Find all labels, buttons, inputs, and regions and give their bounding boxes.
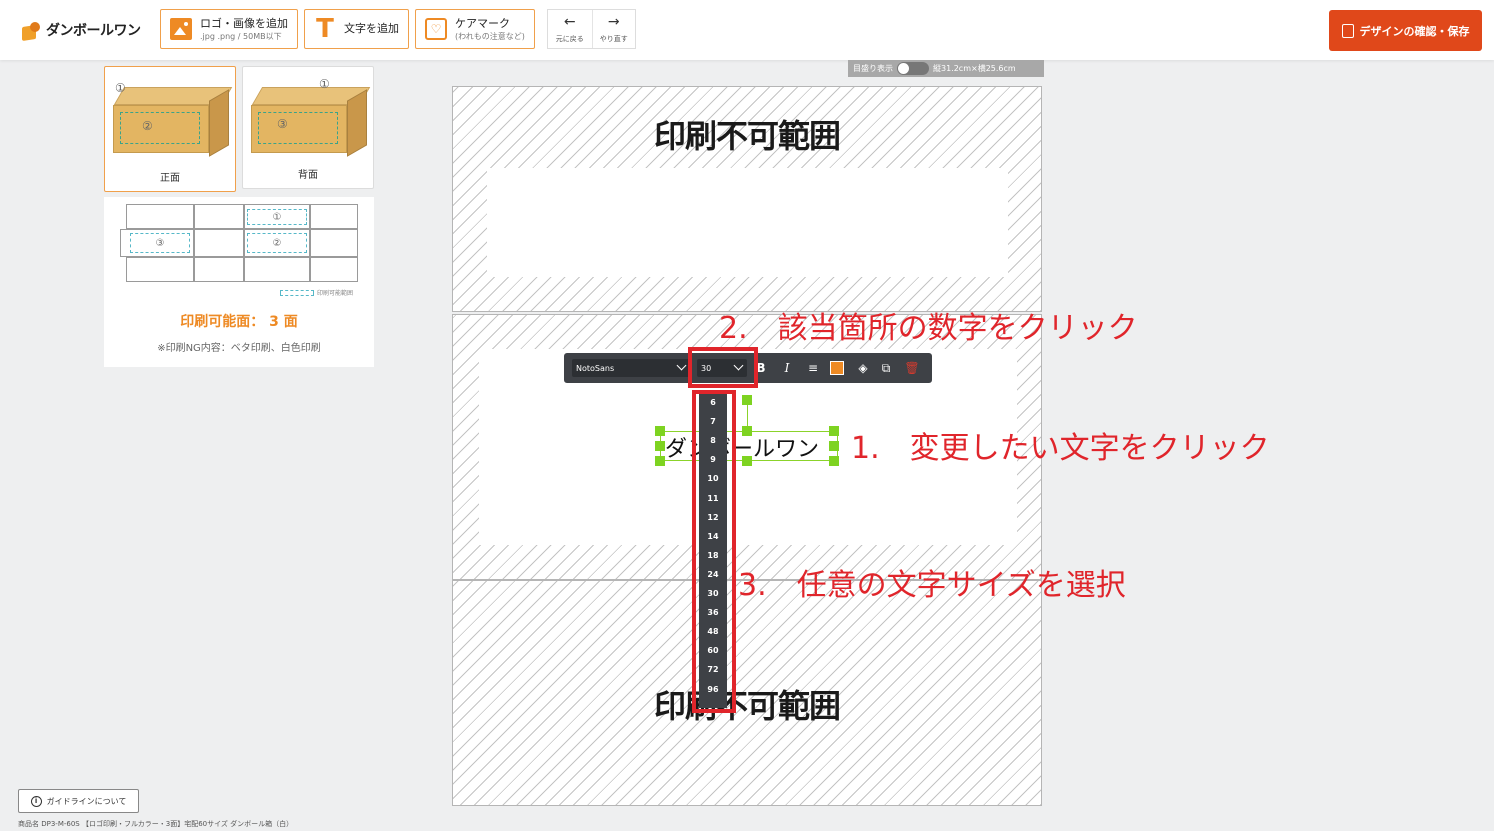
arrow-right-icon: → (607, 13, 620, 30)
info-icon: i (30, 795, 42, 807)
font-family-value: NotoSans (576, 363, 615, 373)
product-name: 商品名 DP3-M-60S 【ロゴ印刷・フルカラー・3面】宅配60サイズ ダンボ… (18, 820, 294, 828)
net-cell (126, 204, 194, 229)
document-edit-icon (1341, 23, 1354, 38)
care-mark-sub: (われもの注意など) (455, 31, 525, 41)
resize-handle[interactable] (829, 426, 839, 436)
site-logo[interactable]: ダンボールワン (22, 16, 141, 44)
add-logo-label: ロゴ・画像を追加 (200, 16, 288, 30)
net-cell (310, 204, 358, 229)
align-left-icon[interactable]: ≡ (804, 359, 822, 377)
logo-text: ダンボールワン (46, 23, 141, 39)
no-print-label-top: 印刷不可範囲 (653, 117, 841, 155)
highlight-size-select (688, 347, 758, 388)
net-print-area-3: ③ (130, 233, 190, 253)
legend-swatch (280, 289, 314, 296)
add-logo-sub: .jpg .png / 50MB以下 (200, 31, 282, 41)
layers-icon[interactable]: ◈ (854, 359, 872, 377)
ruler-label: 目盛り表示 (853, 64, 893, 73)
print-ng-note: ※印刷NG内容：ベタ印刷、白色印刷 (157, 343, 321, 354)
care-mark-button[interactable]: ♡ ケアマーク (われもの注意など) (415, 9, 535, 49)
text-t-icon: T (316, 14, 334, 44)
undo-label: 元に戻る (555, 34, 584, 43)
ruler-switch[interactable] (897, 62, 929, 75)
face-label-front: 正面 (160, 173, 180, 184)
undo-redo-group: ← 元に戻る → やり直す (547, 9, 636, 49)
font-family-select[interactable]: NotoSans (572, 359, 690, 377)
highlight-size-list (692, 390, 736, 713)
box-image (251, 87, 371, 157)
redo-button[interactable]: → やり直す (591, 10, 636, 48)
annotation-step-2: 2. 該当箇所の数字をクリック (719, 311, 1138, 346)
undo-button[interactable]: ← 元に戻る (548, 10, 592, 48)
net-cell (310, 257, 358, 282)
net-legend: 印刷可能範囲 (280, 288, 353, 297)
logo-mark-icon (22, 20, 42, 41)
print-area-top[interactable] (487, 168, 1008, 277)
canvas-dimensions: 縦31.2cm×横25.6cm (933, 64, 1016, 73)
care-mark-label: ケアマーク (455, 16, 510, 30)
ruler-toggle-bar: 目盛り表示 縦31.2cm×横25.6cm (848, 60, 1044, 77)
redo-label: やり直す (599, 34, 628, 43)
printable-faces-title: 印刷可能面： 3 面 (180, 314, 298, 330)
face-num-top: ① (319, 77, 330, 91)
net-cell (244, 257, 310, 282)
resize-handle[interactable] (829, 441, 839, 451)
canvas-panel-bottom: 印刷不可範囲 (452, 580, 1042, 806)
face-card-front[interactable]: ① ② 正面 (104, 66, 236, 192)
annotation-step-3: 3. 任意の文字サイズを選択 (738, 568, 1126, 603)
face-card-back[interactable]: ① ③ 背面 (242, 66, 374, 189)
resize-handle[interactable] (655, 441, 665, 451)
no-print-label-bottom: 印刷不可範囲 (653, 687, 841, 725)
italic-button[interactable]: I (778, 359, 796, 377)
care-mark-icon: ♡ (425, 18, 447, 40)
annotation-step-1: 1. 変更したい文字をクリック (851, 431, 1270, 466)
face-num-top: ① (115, 81, 126, 95)
header-bar: ダンボールワン ロゴ・画像を追加 .jpg .png / 50MB以下 T 文字… (0, 0, 1494, 60)
guideline-button[interactable]: i ガイドラインについて (18, 789, 139, 813)
net-print-area-1: ① (247, 209, 307, 225)
resize-handle[interactable] (655, 456, 665, 466)
box-image (113, 87, 233, 157)
net-cell (126, 257, 194, 282)
legend-label: 印刷可能範囲 (317, 290, 354, 297)
image-icon (170, 18, 192, 40)
net-print-area-2: ② (247, 233, 307, 253)
face-label-back: 背面 (298, 170, 318, 181)
net-cell (194, 229, 244, 257)
arrow-left-icon: ← (563, 13, 576, 30)
save-label: デザインの確認・保存 (1359, 24, 1470, 38)
resize-handle[interactable] (742, 456, 752, 466)
add-text-label: 文字を追加 (344, 22, 399, 36)
net-cell (194, 204, 244, 229)
add-text-button[interactable]: T 文字を追加 (304, 9, 409, 49)
trash-icon[interactable]: 🗑 (903, 359, 921, 377)
face-num-center: ③ (277, 117, 288, 131)
rotate-handle[interactable] (742, 395, 752, 405)
resize-handle[interactable] (742, 426, 752, 436)
net-cell (310, 229, 358, 257)
resize-handle[interactable] (655, 426, 665, 436)
duplicate-icon[interactable]: ⧉ (877, 359, 895, 377)
face-num-center: ② (142, 119, 153, 133)
add-logo-image-button[interactable]: ロゴ・画像を追加 .jpg .png / 50MB以下 (160, 9, 298, 49)
guideline-label: ガイドラインについて (46, 796, 127, 806)
box-net-diagram: ① ③ ② 印刷可能範囲 印刷可能面： 3 面 ※印刷NG内容：ベタ印刷、白色印… (104, 197, 374, 367)
chevron-down-icon (676, 360, 687, 371)
resize-handle[interactable] (829, 456, 839, 466)
net-cell (194, 257, 244, 282)
text-color-swatch[interactable] (830, 361, 844, 375)
canvas-panel-top: 印刷不可範囲 (452, 86, 1042, 312)
confirm-save-button[interactable]: デザインの確認・保存 (1329, 10, 1482, 51)
